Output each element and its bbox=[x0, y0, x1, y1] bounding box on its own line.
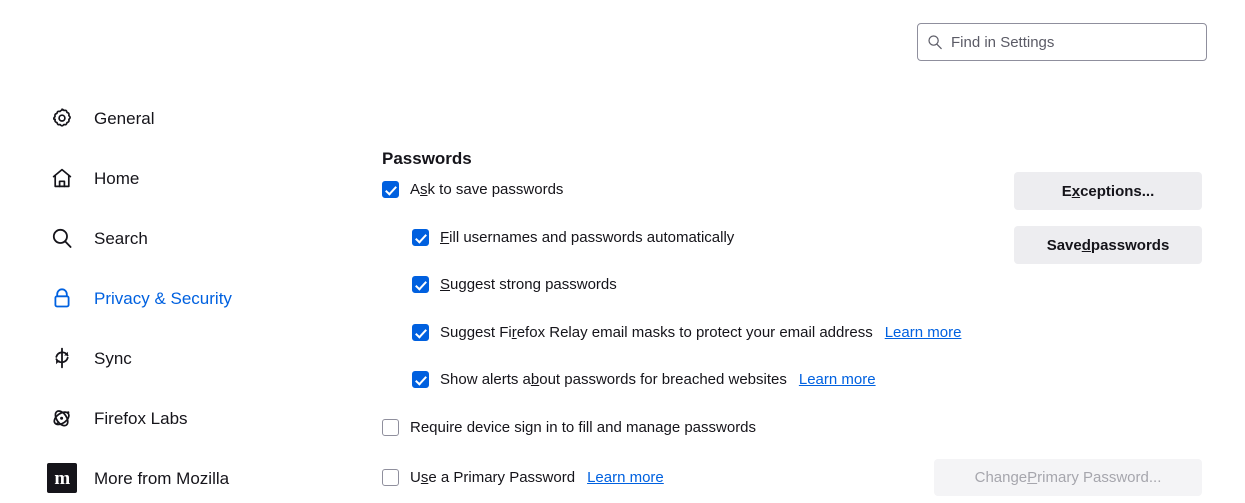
change-primary-password-button[interactable]: Change Primary Password... bbox=[934, 459, 1202, 496]
checkbox-breach-alerts[interactable] bbox=[412, 371, 429, 388]
pref-fill-usernames-passwords[interactable]: Fill usernames and passwords automatical… bbox=[412, 229, 734, 246]
learn-more-link-breach-alerts[interactable]: Learn more bbox=[799, 372, 876, 387]
pref-label: Suggest strong passwords bbox=[440, 276, 617, 293]
pref-breach-alerts[interactable]: Show alerts about passwords for breached… bbox=[412, 371, 876, 388]
sidebar-item-general[interactable]: General bbox=[0, 98, 360, 138]
sync-icon bbox=[47, 343, 77, 373]
pref-firefox-relay-masks[interactable]: Suggest Firefox Relay email masks to pro… bbox=[412, 324, 961, 341]
pref-require-device-sign-in[interactable]: Require device sign in to fill and manag… bbox=[382, 419, 756, 436]
pref-use-primary-password[interactable]: Use a Primary Password Learn more bbox=[382, 469, 664, 486]
lock-icon bbox=[47, 283, 77, 313]
search-icon bbox=[47, 223, 77, 253]
pref-label: Ask to save passwords bbox=[410, 181, 564, 198]
pref-label: Show alerts about passwords for breached… bbox=[440, 371, 787, 388]
gear-icon bbox=[47, 103, 77, 133]
sidebar-item-firefox-labs[interactable]: Firefox Labs bbox=[0, 398, 360, 438]
pref-label: Suggest Firefox Relay email masks to pro… bbox=[440, 324, 873, 341]
saved-passwords-button[interactable]: Save d passwords bbox=[1014, 226, 1202, 264]
pref-label: Require device sign in to fill and manag… bbox=[410, 419, 757, 436]
sidebar-item-label: Search bbox=[94, 228, 148, 248]
mozilla-wordmark: m bbox=[47, 463, 77, 493]
learn-more-link-relay[interactable]: Learn more bbox=[885, 325, 962, 340]
atom-icon bbox=[47, 403, 77, 433]
sidebar-item-privacy-security[interactable]: Privacy & Security bbox=[0, 278, 360, 318]
sidebar-item-label: Firefox Labs bbox=[94, 408, 188, 428]
sidebar-item-search[interactable]: Search bbox=[0, 218, 360, 258]
sidebar-item-label: General bbox=[94, 108, 155, 128]
sidebar-item-more-from-mozilla[interactable]: m More from Mozilla bbox=[0, 458, 360, 498]
exceptions-button[interactable]: Ex ceptions... bbox=[1014, 172, 1202, 210]
checkbox-firefox-relay-masks[interactable] bbox=[412, 324, 429, 341]
page-title: Passwords bbox=[382, 149, 472, 169]
pref-label: Fill usernames and passwords automatical… bbox=[440, 229, 735, 246]
sidebar-item-label: Sync bbox=[94, 348, 132, 368]
pref-ask-to-save-passwords[interactable]: Ask to save passwords bbox=[382, 181, 563, 198]
checkbox-suggest-strong-passwords[interactable] bbox=[412, 276, 429, 293]
pref-suggest-strong-passwords[interactable]: Suggest strong passwords bbox=[412, 276, 617, 293]
home-icon bbox=[47, 163, 77, 193]
settings-sidebar: General Home Search Privacy & Security S… bbox=[0, 98, 360, 498]
checkbox-ask-to-save-passwords[interactable] bbox=[382, 181, 399, 198]
pref-label: Use a Primary Password bbox=[410, 469, 576, 486]
learn-more-link-primary-password[interactable]: Learn more bbox=[587, 470, 664, 485]
sidebar-item-home[interactable]: Home bbox=[0, 158, 360, 198]
passwords-settings-panel: Passwords Ask to save passwords Fill use… bbox=[382, 0, 1245, 503]
checkbox-require-device-sign-in[interactable] bbox=[382, 419, 399, 436]
sidebar-item-label: More from Mozilla bbox=[94, 468, 230, 488]
sidebar-item-sync[interactable]: Sync bbox=[0, 338, 360, 378]
checkbox-fill-usernames-passwords[interactable] bbox=[412, 229, 429, 246]
mozilla-m-icon: m bbox=[47, 463, 77, 493]
sidebar-item-label: Privacy & Security bbox=[94, 288, 232, 308]
checkbox-use-primary-password[interactable] bbox=[382, 469, 399, 486]
sidebar-item-label: Home bbox=[94, 168, 140, 188]
